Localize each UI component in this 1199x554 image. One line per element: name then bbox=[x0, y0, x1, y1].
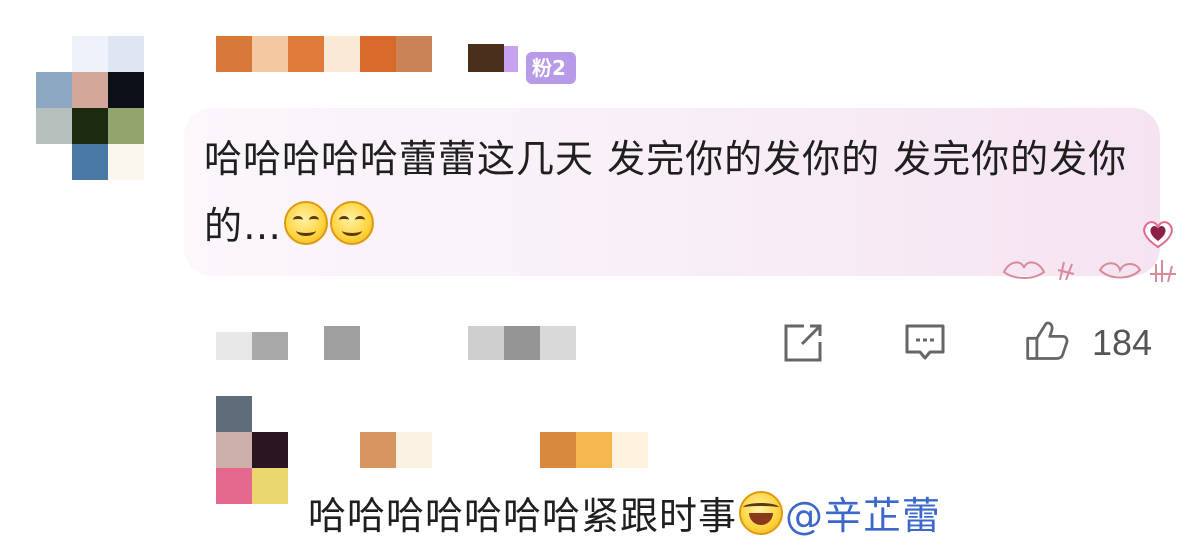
user-mention-link[interactable]: @辛芷蕾 bbox=[785, 494, 941, 538]
comment-icon[interactable] bbox=[902, 320, 948, 366]
reply-name-censored[interactable] bbox=[356, 432, 656, 470]
fan-badge-label: 粉2 bbox=[532, 56, 566, 80]
commenter-name-censored[interactable] bbox=[216, 36, 518, 92]
laugh-cry-emoji-icon bbox=[739, 491, 784, 535]
smile-emoji-icon bbox=[330, 201, 375, 245]
reply-avatar[interactable] bbox=[216, 396, 288, 504]
hand-gestures-decoration-icon bbox=[1002, 260, 1176, 283]
reply-text: 哈哈哈哈哈哈哈紧跟时事 bbox=[308, 494, 738, 538]
smile-emoji-icon bbox=[284, 201, 329, 245]
fan-level-badge: 粉2 bbox=[526, 52, 576, 84]
heart-decoration-icon bbox=[1143, 221, 1173, 249]
thumbs-up-icon[interactable] bbox=[1024, 318, 1070, 364]
share-icon[interactable] bbox=[780, 320, 826, 366]
reply-body: 哈哈哈哈哈哈哈紧跟时事 @辛芷蕾 bbox=[308, 488, 941, 544]
comment-body: 哈哈哈哈哈蕾蕾这几天 发完你的发你的 发完你的发你的… bbox=[204, 126, 1134, 260]
comment-meta-censored bbox=[210, 322, 580, 364]
like-count: 184 bbox=[1092, 322, 1153, 363]
commenter-avatar[interactable] bbox=[36, 36, 144, 180]
